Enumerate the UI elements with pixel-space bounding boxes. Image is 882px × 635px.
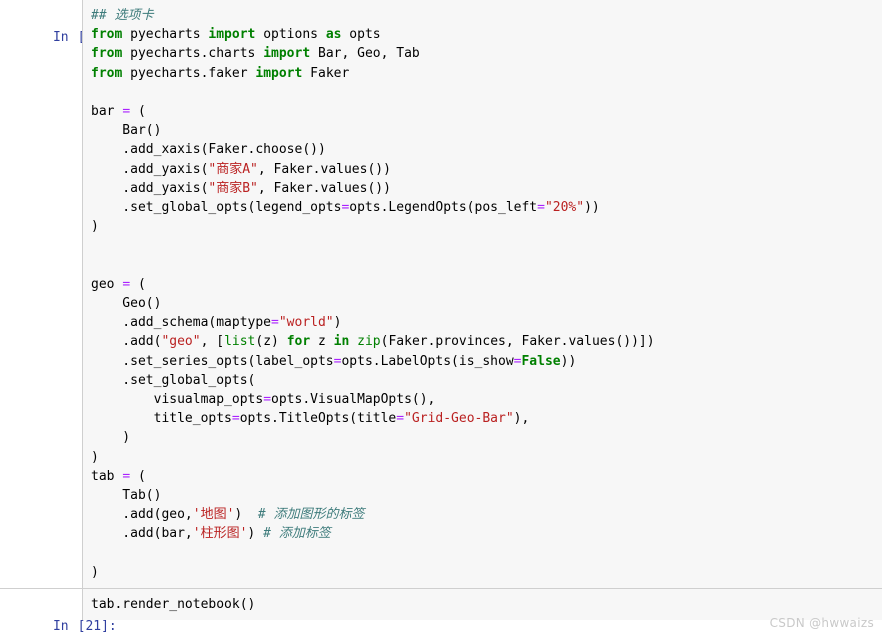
jupyter-notebook: In[20]: ## 选项卡 from pyecharts import opt… [0,0,882,635]
code-editor[interactable]: ## 选项卡 from pyecharts import options as … [91,6,878,582]
notebook-cell[interactable]: In[20]: ## 选项卡 from pyecharts import opt… [0,0,882,589]
code-editor[interactable]: tab.render_notebook() [91,595,878,614]
cell-prompt: In[20]: [0,0,117,66]
prompt-in-label: In [52,619,69,635]
code-input-area[interactable]: tab.render_notebook() [82,589,882,621]
prompt-in-label: In [52,30,69,45]
notebook-cell[interactable]: In [21]: tab.render_notebook() [0,588,882,635]
cell-prompt: In [21]: [0,589,117,635]
prompt-execution-count: [21]: [77,619,117,635]
code-input-area[interactable]: ## 选项卡 from pyecharts import options as … [82,0,882,589]
